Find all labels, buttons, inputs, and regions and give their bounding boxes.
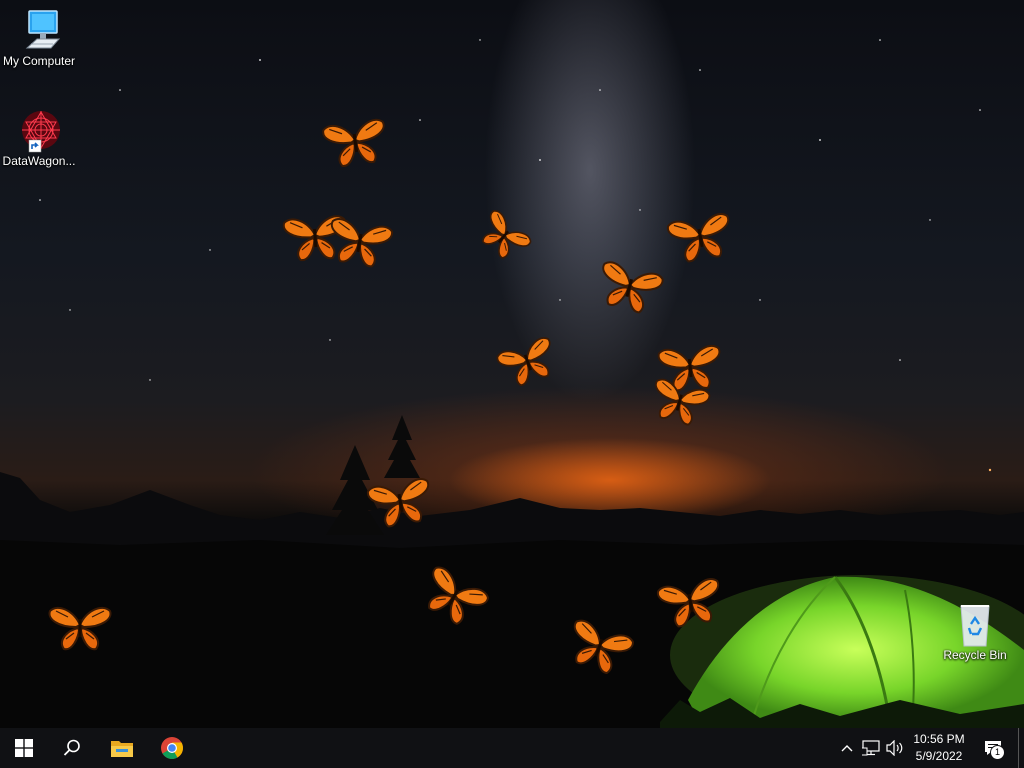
butterfly bbox=[472, 207, 534, 267]
tray-show-hidden-button[interactable] bbox=[836, 728, 858, 768]
butterfly bbox=[320, 117, 391, 170]
clock-date: 5/9/2022 bbox=[915, 749, 963, 763]
wallpaper-scene bbox=[0, 39, 1024, 728]
desktop-icon-my-computer[interactable]: My Computer bbox=[1, 8, 77, 68]
desktop-icon-label: DataWagon... bbox=[2, 154, 76, 168]
chrome-button[interactable] bbox=[148, 728, 196, 768]
clock-time: 10:56 PM bbox=[913, 732, 965, 746]
stars bbox=[39, 39, 992, 472]
butterfly bbox=[494, 334, 562, 392]
taskbar-clock[interactable]: 10:56 PM 5/9/2022 bbox=[904, 728, 974, 768]
chevron-up-icon bbox=[841, 745, 853, 752]
windows-start-icon bbox=[15, 739, 33, 757]
volume-icon bbox=[886, 740, 903, 756]
notification-count-badge: 1 bbox=[990, 745, 1005, 760]
datawagon-icon bbox=[15, 108, 63, 153]
network-button[interactable] bbox=[860, 728, 882, 768]
chrome-icon bbox=[161, 737, 183, 759]
file-explorer-button[interactable] bbox=[98, 728, 146, 768]
show-desktop-button[interactable] bbox=[1018, 728, 1024, 768]
butterfly bbox=[665, 211, 736, 266]
volume-button[interactable] bbox=[884, 728, 906, 768]
butterfly bbox=[592, 259, 666, 318]
search-icon bbox=[63, 739, 80, 756]
computer-icon bbox=[15, 8, 63, 52]
network-icon bbox=[862, 740, 880, 756]
butterfly bbox=[324, 216, 395, 271]
desktop-wallpaper bbox=[0, 0, 1024, 728]
start-button[interactable] bbox=[0, 728, 48, 768]
recycle-bin-icon bbox=[951, 602, 999, 647]
desktop-icon-label: My Computer bbox=[2, 54, 76, 68]
taskbar: 10:56 PM 5/9/2022 1 bbox=[0, 728, 1024, 768]
desktop-icon-recycle-bin[interactable]: Recycle Bin bbox=[937, 602, 1013, 662]
action-center-button[interactable]: 1 bbox=[976, 728, 1010, 768]
desktop-icon-datawagon[interactable]: DataWagon... bbox=[1, 108, 77, 168]
desktop-icon-label: Recycle Bin bbox=[943, 648, 1007, 662]
file-explorer-icon bbox=[111, 741, 133, 757]
search-button[interactable] bbox=[48, 728, 96, 768]
